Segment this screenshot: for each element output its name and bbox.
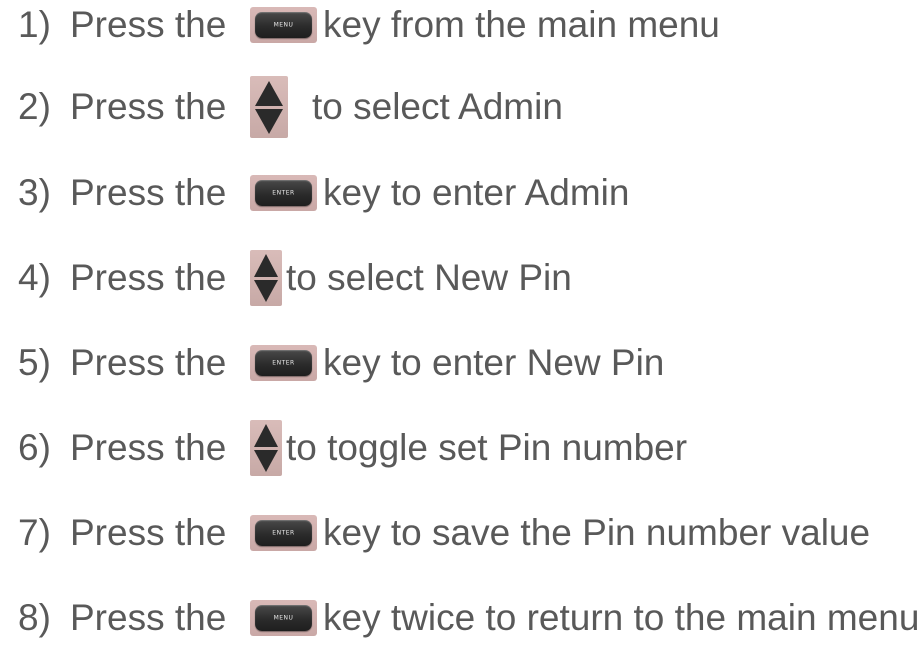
step-lead-text: Press the [70,257,227,298]
step-text: key to save the Pin number value [323,512,871,553]
enter-key-icon: ENTER [250,175,317,211]
step-text: key to enter New Pin [323,342,665,383]
key-label: ENTER [272,359,295,367]
step-number: 5) [18,342,51,383]
instruction-list: 1) Press the MENU key from the main menu… [0,0,923,645]
step-text: to toggle set Pin number [286,427,688,468]
step-lead-text: Press the [70,4,227,45]
menu-key-icon: MENU [250,7,317,43]
step-lead-text: Press the [70,597,227,638]
step-lead-text: Press the [70,342,227,383]
step-lead-text: Press the [70,172,227,213]
up-down-arrow-key-icon [250,420,282,476]
step-text: key twice to return to the main menu [323,597,920,638]
step-number: 8) [18,597,51,638]
up-down-arrow-key-icon [250,76,288,138]
step-number: 3) [18,172,51,213]
step-lead-text: Press the [70,86,227,127]
step-number: 6) [18,427,51,468]
step-number: 1) [18,4,51,45]
up-down-arrow-key-icon [250,250,282,306]
enter-key-icon: ENTER [250,515,317,551]
key-label: ENTER [272,529,295,537]
step-number: 7) [18,512,51,553]
step-text: to select New Pin [286,257,572,298]
step-number: 2) [18,86,51,127]
key-label: MENU [273,21,294,29]
step-text: key to enter Admin [323,172,630,213]
key-label: ENTER [272,189,295,197]
step-lead-text: Press the [70,512,227,553]
step-lead-text: Press the [70,427,227,468]
key-label: MENU [273,614,294,622]
menu-key-icon: MENU [250,600,317,636]
enter-key-icon: ENTER [250,345,317,381]
step-text: to select Admin [312,86,563,127]
step-number: 4) [18,257,51,298]
step-text: key from the main menu [323,4,720,45]
